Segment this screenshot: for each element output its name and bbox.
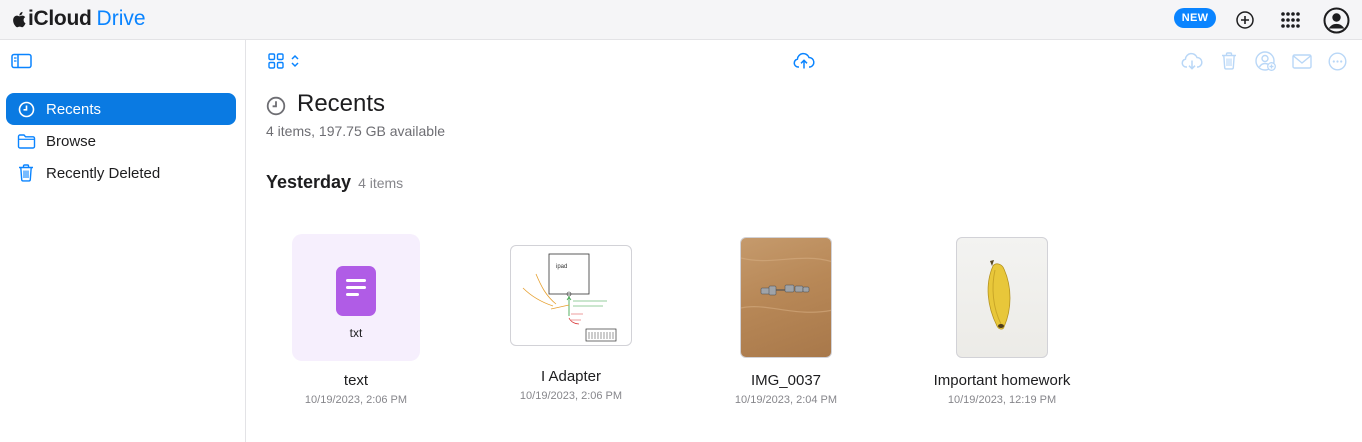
brand-icloud: iCloud: [28, 7, 92, 30]
svg-text:ipad: ipad: [556, 264, 567, 270]
trash-icon: [1222, 52, 1236, 70]
brand[interactable]: iCloud Drive: [12, 7, 146, 31]
sidebar-toggle-button[interactable]: [11, 53, 33, 69]
file-tile[interactable]: IMG_0037 10/19/2023, 2:04 PM: [686, 232, 886, 412]
file-name: text: [343, 372, 369, 389]
file-name: I Adapter: [540, 368, 602, 385]
account-icon: [1323, 7, 1349, 33]
app-grid-icon: [1281, 12, 1300, 28]
file-date: 10/19/2023, 2:04 PM: [734, 394, 838, 406]
app-launcher-button[interactable]: [1277, 7, 1303, 33]
sidebar: Recents Browse Recently Deleted: [0, 40, 246, 442]
chevron-up-down-icon: [291, 54, 299, 68]
file-thumbnail: txt: [292, 234, 420, 361]
delete-button[interactable]: [1217, 50, 1241, 72]
file-thumbnail: [740, 237, 832, 358]
page-title: Recents: [297, 90, 386, 117]
file-date: 10/19/2023, 2:06 PM: [304, 394, 408, 406]
storage-summary: 4 items, 197.75 GB available: [266, 123, 445, 139]
sidebar-item-browse[interactable]: Browse: [6, 125, 236, 157]
add-person-icon: [1255, 51, 1276, 71]
cloud-upload-icon: [793, 52, 815, 69]
trash-icon: [6, 157, 46, 189]
section-header: Yesterday 4 items: [266, 172, 403, 193]
file-tile[interactable]: txt text 10/19/2023, 2:06 PM: [256, 232, 456, 412]
account-button[interactable]: [1321, 5, 1351, 35]
upload-button[interactable]: [792, 50, 816, 72]
file-tile[interactable]: Important homework 10/19/2023, 12:19 PM: [902, 232, 1102, 412]
sidebar-item-recently-deleted[interactable]: Recently Deleted: [6, 157, 236, 189]
brand-drive: Drive: [96, 7, 146, 30]
folder-icon: [6, 125, 46, 157]
add-button[interactable]: [1232, 7, 1258, 33]
add-icon: [1236, 11, 1254, 29]
clock-icon: [266, 96, 286, 116]
share-people-button[interactable]: [1253, 50, 1277, 72]
apple-logo-icon: [13, 11, 26, 27]
file-date: 10/19/2023, 2:06 PM: [519, 390, 623, 402]
envelope-icon: [1292, 53, 1312, 69]
file-name: IMG_0037: [750, 372, 822, 389]
sidebar-item-label: Browse: [46, 132, 97, 150]
sidebar-item-recents[interactable]: Recents: [6, 93, 236, 125]
sketch-image: ipad: [522, 253, 617, 342]
download-button[interactable]: [1180, 50, 1204, 72]
grid-view-icon: [268, 53, 284, 69]
photo-image: [741, 257, 831, 313]
file-type-label: txt: [349, 326, 363, 340]
photo-image: [987, 260, 1011, 330]
file-name: Important homework: [933, 372, 1071, 389]
top-bar: iCloud Drive NEW: [0, 0, 1362, 40]
view-switcher-button[interactable]: [264, 51, 304, 71]
clock-icon: [6, 93, 46, 125]
file-date: 10/19/2023, 12:19 PM: [947, 394, 1057, 406]
sidebar-toggle-icon: [11, 53, 32, 69]
more-icon: [1327, 51, 1347, 71]
more-button[interactable]: [1325, 50, 1349, 72]
main-content: Recents 4 items, 197.75 GB available Yes…: [247, 40, 1362, 442]
file-thumbnail: ipad: [510, 245, 632, 346]
file-thumbnail: [956, 237, 1048, 358]
sidebar-item-label: Recently Deleted: [46, 164, 161, 182]
file-tile[interactable]: ipad I Adapter 10/19/2023, 2:06 PM: [471, 232, 671, 412]
new-badge[interactable]: NEW: [1174, 8, 1216, 28]
document-icon: [336, 266, 376, 316]
sidebar-item-label: Recents: [46, 100, 102, 118]
section-title: Yesterday: [266, 172, 352, 192]
email-button[interactable]: [1290, 50, 1314, 72]
section-count: 4 items: [358, 175, 404, 191]
cloud-download-icon: [1181, 52, 1203, 70]
